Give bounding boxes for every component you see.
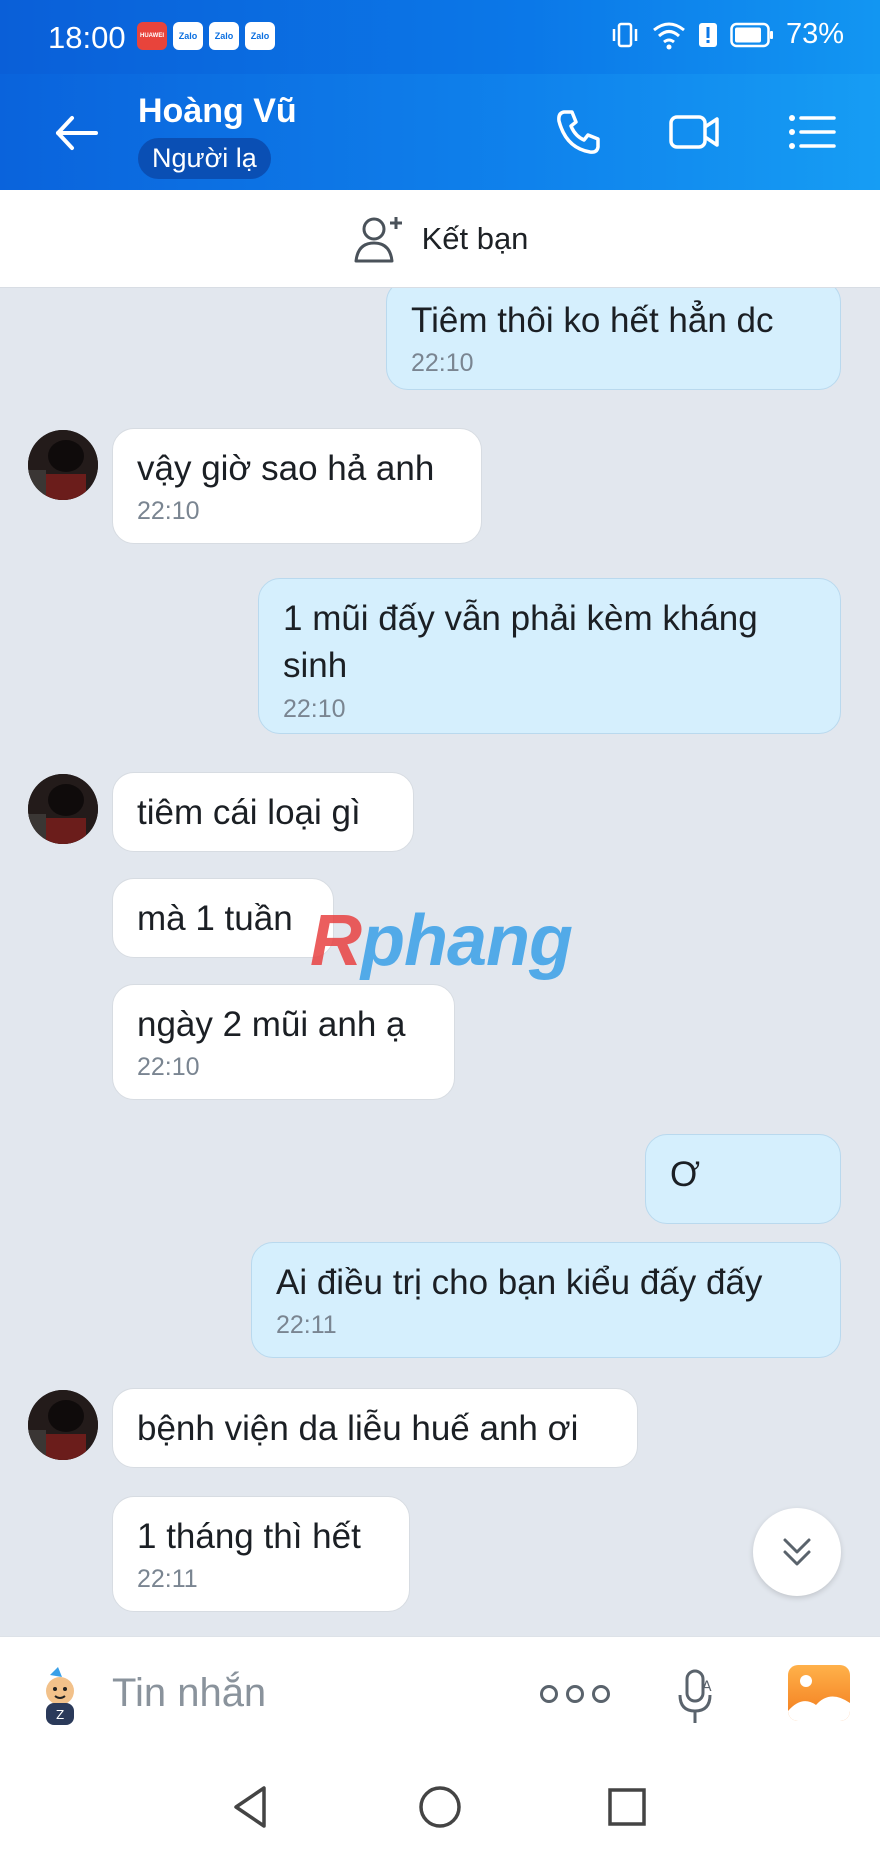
add-friend-label: Kết bạn [421,220,529,256]
message-time: 22:10 [137,1053,200,1082]
message-text: vậy giờ sao hả anh [137,449,435,488]
nav-back-icon[interactable] [228,1782,278,1832]
notification-apps: HUAWEI Zalo Zalo Zalo [137,22,275,50]
list-menu-icon[interactable] [784,104,840,160]
avatar-photo [28,774,98,844]
avatar[interactable] [28,430,98,500]
message-text: 1 mũi đấy vẫn phải kèm kháng sinh [283,599,758,686]
video-call-icon[interactable] [666,104,722,160]
message-bubble-outgoing[interactable]: 1 mũi đấy vẫn phải kèm kháng sinh 22:10 [258,578,841,734]
message-input[interactable]: Tin nhắn [112,1671,266,1716]
avatar[interactable] [28,774,98,844]
battery-percent: 73% [785,18,844,50]
system-nav-bar [0,1756,880,1859]
message-bubble-incoming[interactable]: tiêm cái loại gì [112,772,414,852]
message-bubble-incoming[interactable]: bệnh viện da liễu huế anh ơi [112,1388,638,1468]
huawei-app-icon: HUAWEI [137,22,167,50]
status-right: 73% [610,18,844,51]
message-bubble-incoming[interactable]: vậy giờ sao hả anh 22:10 [112,428,482,544]
message-text: tiêm cái loại gì [137,793,361,832]
svg-text:A: A [702,1679,712,1695]
message-text: Tiêm thôi ko hết hẳn dc [411,301,774,340]
avatar[interactable] [28,1390,98,1460]
voice-icon[interactable]: A [672,1667,722,1727]
phone-icon[interactable] [550,104,606,160]
message-text: Ai điều trị cho bạn kiểu đấy đấy [276,1263,763,1302]
battery-icon [730,22,773,47]
message-bubble-outgoing[interactable]: Tiêm thôi ko hết hẳn dc 22:10 [386,288,841,390]
message-time: 22:11 [137,1565,198,1594]
message-text: mà 1 tuần [137,899,293,938]
nav-home-icon[interactable] [415,1782,465,1832]
message-text: 1 tháng thì hết [137,1517,361,1556]
message-list[interactable]: Tiêm thôi ko hết hẳn dc 22:10 vậy giờ sa… [0,288,880,1636]
message-text: Ơ [670,1155,701,1194]
alert-icon [698,22,717,47]
message-text: bệnh viện da liễu huế anh ơi [137,1409,579,1448]
status-bar: 18:00 HUAWEI Zalo Zalo Zalo 73% [0,0,880,74]
message-time: 22:11 [276,1311,337,1340]
nav-recent-icon[interactable] [602,1782,652,1832]
back-arrow-icon[interactable] [52,108,102,158]
message-bubble-incoming[interactable]: mà 1 tuần [112,878,334,958]
add-friend-icon [354,216,402,262]
status-time: 18:00 [48,20,126,55]
message-bubble-outgoing[interactable]: Ai điều trị cho bạn kiểu đấy đấy 22:11 [251,1242,841,1358]
image-icon[interactable] [788,1665,850,1721]
scroll-down-icon [783,1538,811,1566]
chat-header: Hoàng Vũ Người lạ [0,74,880,190]
message-time: 22:10 [137,497,200,526]
message-time: 22:10 [283,694,346,723]
zalo-app-icon: Zalo [173,22,203,50]
zalo-app-icon: Zalo [209,22,239,50]
sticker-icon[interactable]: Z [28,1665,92,1729]
contact-name[interactable]: Hoàng Vũ [138,92,297,131]
svg-text:Z: Z [56,1708,64,1722]
add-friend-bar[interactable]: Kết bạn [0,190,880,288]
wifi-icon [653,22,685,49]
avatar-photo [28,430,98,500]
vibrate-icon [612,22,638,47]
scroll-down-button[interactable] [753,1508,841,1596]
watermark-logo: Rphang [310,901,573,981]
message-bubble-incoming[interactable]: ngày 2 mũi anh ạ 22:10 [112,984,455,1100]
message-text: ngày 2 mũi anh ạ [137,1005,406,1044]
message-time: 22:10 [411,349,474,378]
message-bubble-incoming[interactable]: 1 tháng thì hết 22:11 [112,1496,410,1612]
stranger-badge: Người lạ [138,138,271,179]
composer-bar: Z Tin nhắn A [0,1636,880,1756]
message-bubble-outgoing[interactable]: Ơ [645,1134,841,1224]
avatar-photo [28,1390,98,1460]
zalo-app-icon: Zalo [245,22,275,50]
more-icon[interactable] [540,1685,610,1703]
